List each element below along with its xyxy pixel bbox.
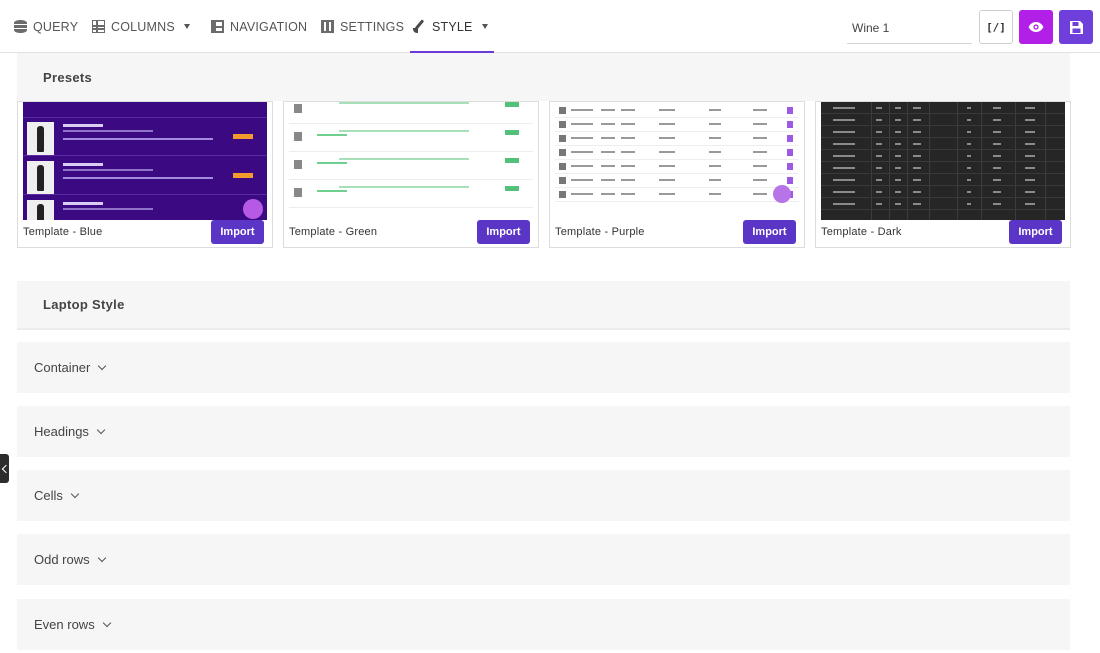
chevron-down-icon [481,24,488,29]
import-button[interactable]: Import [477,220,530,244]
eye-icon [1028,22,1044,32]
top-navigation-bar: QUERY COLUMNS NAVIGATION SETTINGS STYLE … [0,0,1100,53]
chevron-down-icon [98,361,107,370]
template-name: Template - Dark [821,226,902,238]
chevron-down-icon [70,489,80,498]
laptop-style-heading: Laptop Style [17,281,1070,330]
tab-columns[interactable]: COLUMNS [92,0,190,53]
accordion-odd-rows[interactable]: Odd rows [17,534,1070,585]
table-title-input[interactable] [847,12,972,44]
accordion-label: Headings [34,424,89,439]
template-blue-preview [23,102,267,220]
template-green-preview [289,102,533,220]
tab-navigation-label: NAVIGATION [230,19,308,34]
sidebar-toggle-button[interactable] [0,454,9,483]
brush-icon [413,20,426,33]
presets-heading: Presets [17,53,1070,101]
save-icon [1069,20,1083,34]
preset-card-dark: Template - Dark Import [815,101,1071,248]
tab-settings[interactable]: SETTINGS [321,0,404,53]
shortcode-button[interactable]: [/] [979,10,1013,44]
preset-card-blue: Template - Blue Import [17,101,273,248]
import-button[interactable]: Import [743,220,796,244]
accordion-label: Odd rows [34,552,90,567]
template-name: Template - Purple [555,226,645,238]
tab-navigation[interactable]: NAVIGATION [211,0,307,53]
preview-button[interactable] [1019,10,1053,44]
chevron-down-icon [183,24,190,29]
accordion-cells[interactable]: Cells [17,470,1070,521]
template-dark-preview [821,102,1065,220]
chevron-down-icon [102,618,111,627]
database-icon [14,20,27,33]
accordion-label: Even rows [34,617,95,632]
accordion-container[interactable]: Container [17,342,1070,393]
tab-style[interactable]: STYLE [410,0,494,53]
accordion-headings[interactable]: Headings [17,406,1070,457]
chevron-down-icon [96,425,106,434]
columns-icon [92,20,105,33]
accordion-label: Container [34,360,91,375]
tab-style-label: STYLE [432,19,473,34]
accordion-even-rows[interactable]: Even rows [17,599,1070,650]
tab-settings-label: SETTINGS [340,19,405,34]
import-button[interactable]: Import [1009,220,1062,244]
template-name: Template - Blue [23,226,103,238]
navigation-icon [211,20,224,33]
preset-card-purple: Template - Purple Import [549,101,805,248]
tab-query[interactable]: QUERY [14,0,78,53]
chevron-down-icon [97,553,106,562]
preset-card-green: Template - Green Import [283,101,539,248]
template-purple-preview [555,102,799,220]
tab-columns-label: COLUMNS [111,19,175,34]
save-button[interactable] [1059,10,1093,44]
accordion-label: Cells [34,488,63,503]
settings-icon [321,20,334,33]
code-icon: [/] [986,20,1006,34]
import-button[interactable]: Import [211,220,264,244]
style-panel: Presets Template - Blue Import Template … [0,53,1100,653]
template-name: Template - Green [289,226,378,238]
tab-query-label: QUERY [33,19,79,34]
